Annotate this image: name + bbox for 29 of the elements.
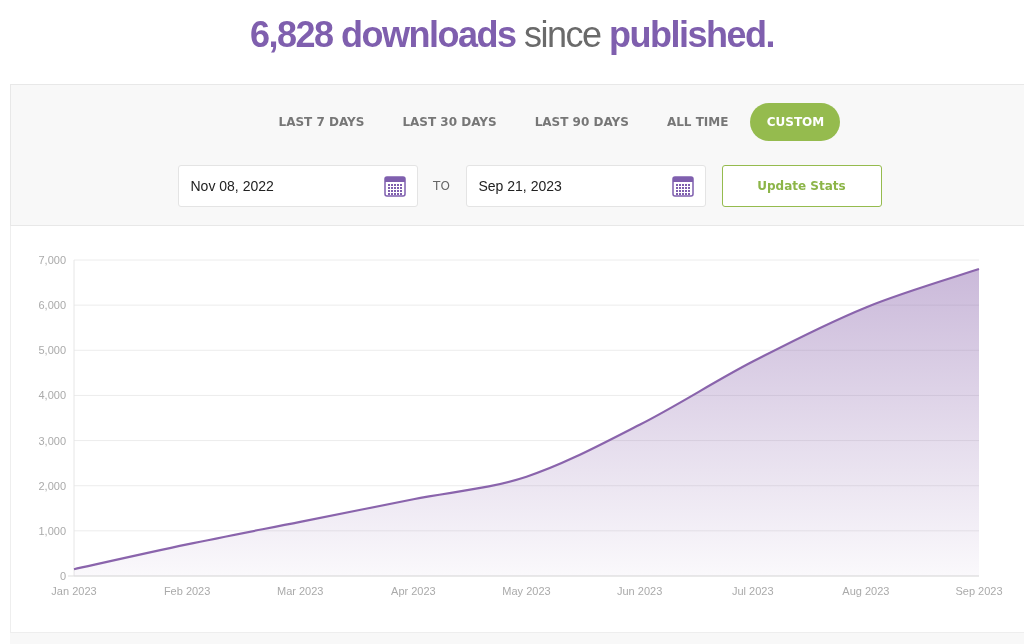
date-field[interactable]: Sep 21, 2023 [465, 165, 706, 207]
headline: 6,828 downloads since published. [249, 14, 775, 57]
axis-label: Mar 2023 [277, 585, 324, 597]
range-tab[interactable]: LAST 30 DAYS [386, 103, 513, 141]
axis-label: 2,000 [38, 479, 66, 492]
date-field[interactable]: Nov 08, 2022 [177, 165, 418, 207]
range-tab[interactable]: ALL TIME [650, 103, 745, 141]
to-label: TO [432, 179, 451, 193]
axis-label: 7,000 [38, 254, 66, 266]
axis-label: 4,000 [38, 389, 66, 402]
axis-label: Jun 2023 [617, 585, 663, 597]
axis-label: Aug 2023 [842, 585, 890, 597]
axis-label: Jan 2023 [51, 585, 97, 597]
axis-label: 0 [59, 570, 66, 582]
calendar-icon[interactable] [383, 175, 406, 197]
axis-label: 6,000 [38, 299, 66, 312]
axis-label: Jul 2023 [731, 585, 774, 597]
range-tab[interactable]: LAST 90 DAYS [518, 103, 645, 141]
axis-label: Apr 2023 [391, 585, 436, 597]
range-tab[interactable]: LAST 7 DAYS [262, 103, 381, 141]
axis-label: 3,000 [38, 434, 66, 447]
axis-label: Feb 2023 [163, 585, 211, 597]
axis-label: 5,000 [38, 344, 66, 357]
axis-label: 1,000 [38, 524, 66, 537]
update-stats-button[interactable]: Update Stats [721, 165, 882, 207]
axis-label: May 2023 [502, 585, 551, 597]
range-tab[interactable]: CUSTOM [750, 103, 841, 141]
axis-label: Sep 2023 [955, 585, 1003, 597]
calendar-icon[interactable] [671, 175, 694, 197]
